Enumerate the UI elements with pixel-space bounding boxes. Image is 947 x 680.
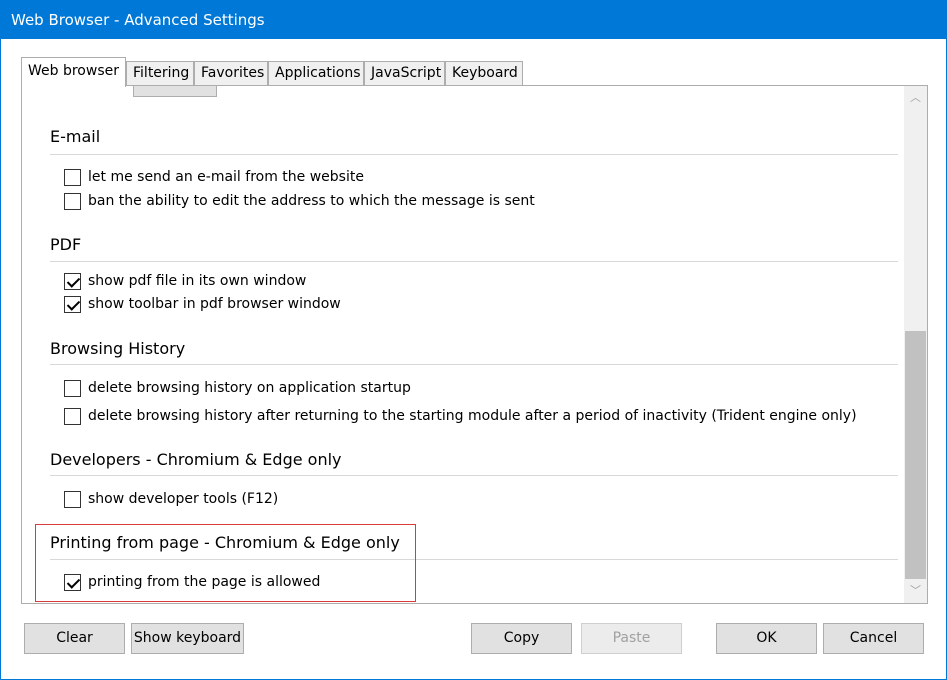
advanced-settings-window: Web Browser - Advanced Settings Web brow… — [0, 0, 947, 680]
checkbox-developer-tools[interactable] — [64, 490, 81, 508]
option-label: ban the ability to edit the address to w… — [88, 193, 535, 209]
checkbox-allow-email[interactable] — [64, 168, 81, 186]
section-title-email: E-mail — [50, 127, 101, 146]
ok-button[interactable]: OK — [716, 623, 817, 654]
partially-hidden-button[interactable] — [133, 86, 217, 97]
section-divider — [50, 364, 898, 365]
tab-filtering[interactable]: Filtering — [126, 61, 194, 86]
section-divider — [50, 475, 898, 476]
chevron-down-icon[interactable]: ﹀ — [904, 581, 927, 601]
option-label: show toolbar in pdf browser window — [88, 296, 341, 312]
option-label: show developer tools (F12) — [88, 491, 279, 507]
tab-favorites[interactable]: Favorites — [194, 61, 268, 86]
show-keyboard-button[interactable]: Show keyboard — [131, 623, 244, 654]
tab-javascript[interactable]: JavaScript — [364, 61, 445, 86]
vertical-scrollbar[interactable]: ︿ ﹀ — [904, 86, 927, 603]
section-divider — [50, 261, 898, 262]
option-developer-tools[interactable]: show developer tools (F12) — [64, 490, 278, 508]
option-label: delete browsing history on application s… — [88, 380, 411, 396]
section-divider — [50, 154, 898, 155]
settings-scroll-content: E-mail let me send an e-mail from the we… — [22, 86, 902, 603]
copy-button[interactable]: Copy — [471, 623, 572, 654]
section-title-pdf: PDF — [50, 235, 82, 254]
checkbox-delete-history-inactivity[interactable] — [64, 407, 81, 425]
option-label: show pdf file in its own window — [88, 273, 307, 289]
option-pdf-toolbar[interactable]: show toolbar in pdf browser window — [64, 295, 341, 313]
option-label: let me send an e-mail from the website — [88, 169, 364, 185]
cancel-button[interactable]: Cancel — [823, 623, 924, 654]
tab-web-browser[interactable]: Web browser — [21, 57, 126, 87]
checkbox-pdf-toolbar[interactable] — [64, 295, 81, 313]
option-delete-history-inactivity[interactable]: delete browsing history after returning … — [64, 407, 857, 425]
settings-panel: E-mail let me send an e-mail from the we… — [21, 85, 928, 604]
option-ban-edit-address[interactable]: ban the ability to edit the address to w… — [64, 192, 535, 210]
option-pdf-own-window[interactable]: show pdf file in its own window — [64, 272, 306, 290]
section-title-browsing-history: Browsing History — [50, 339, 186, 358]
chevron-up-icon[interactable]: ︿ — [904, 88, 927, 108]
highlight-box — [35, 524, 416, 602]
tab-applications[interactable]: Applications — [268, 61, 364, 86]
checkbox-pdf-own-window[interactable] — [64, 272, 81, 290]
option-allow-email[interactable]: let me send an e-mail from the website — [64, 168, 364, 186]
scrollbar-thumb[interactable] — [905, 331, 926, 579]
paste-button[interactable]: Paste — [581, 623, 682, 654]
title-bar[interactable]: Web Browser - Advanced Settings — [1, 1, 946, 39]
clear-button[interactable]: Clear — [24, 623, 125, 654]
checkbox-ban-edit-address[interactable] — [64, 192, 81, 210]
tab-keyboard[interactable]: Keyboard — [445, 61, 523, 86]
section-title-developers: Developers - Chromium & Edge only — [50, 450, 342, 469]
option-label: delete browsing history after returning … — [88, 408, 857, 424]
window-title: Web Browser - Advanced Settings — [11, 11, 265, 29]
option-delete-history-startup[interactable]: delete browsing history on application s… — [64, 379, 411, 397]
checkbox-delete-history-startup[interactable] — [64, 379, 81, 397]
